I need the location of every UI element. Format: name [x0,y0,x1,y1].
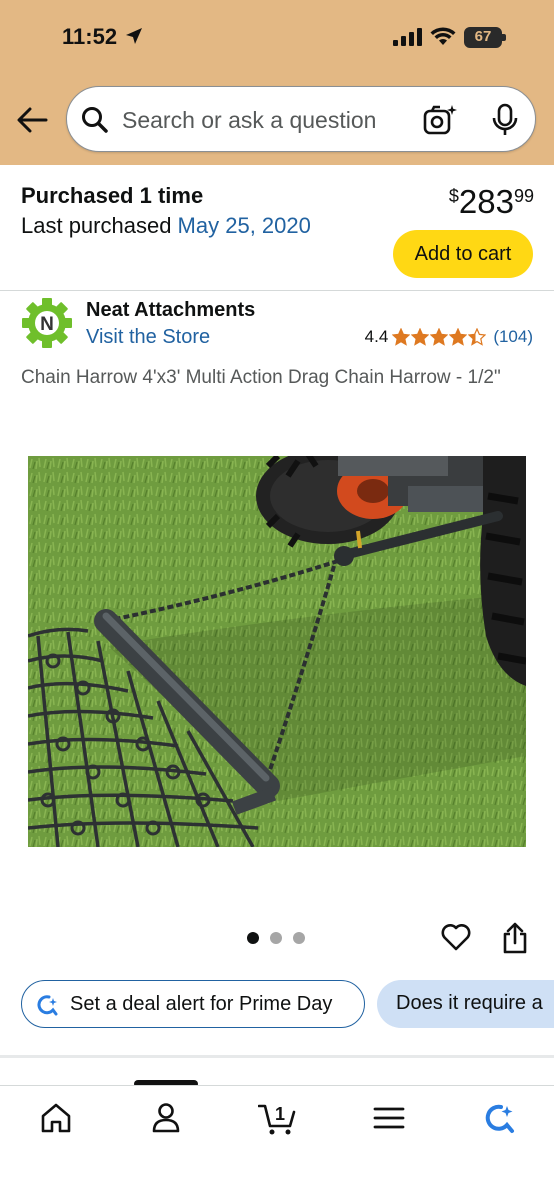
deal-alert-label: Set a deal alert for Prime Day [70,993,333,1015]
question-chip[interactable]: Does it require a [377,980,554,1028]
search-input[interactable]: Search or ask a question [122,107,376,134]
star-icon [411,328,430,346]
battery-level: 67 [474,28,492,45]
product-photo [28,456,526,847]
battery-icon: 67 [464,27,506,48]
star-icon [449,328,468,346]
deal-alert-chip[interactable]: Set a deal alert for Prime Day [21,980,365,1028]
last-purchased: Last purchased May 25, 2020 [21,213,311,239]
last-purchased-label: Last purchased [21,213,178,238]
price: $28399 [449,183,534,221]
cellular-signal-icon [393,28,422,46]
divider [0,290,554,291]
search-icon [82,107,108,133]
top-header: 11:52 67 Search or ask a question [0,0,554,165]
divider [0,1055,554,1058]
cart-count: 1 [275,1104,285,1124]
star-icon [468,328,487,346]
rating[interactable]: 4.4 (104) [365,327,533,347]
product-title: Chain Harrow 4'x3' Multi Action Drag Cha… [21,367,501,388]
visit-store-link[interactable]: Visit the Store [86,326,210,349]
carousel-dot[interactable] [247,932,259,944]
product-image[interactable] [28,456,526,847]
rating-count-link[interactable]: (104) [493,327,533,347]
star-icon [430,328,449,346]
store-logo-letter: N [40,314,54,335]
menu-icon[interactable] [371,1100,407,1136]
carousel-dot[interactable] [270,932,282,944]
home-icon[interactable] [38,1100,74,1136]
location-arrow-icon [126,28,142,44]
status-time: 11:52 [62,24,118,49]
store-name[interactable]: Neat Attachments [86,299,255,322]
last-purchased-date-link[interactable]: May 25, 2020 [178,213,311,238]
price-whole: 283 [458,183,514,220]
microphone-icon[interactable] [491,103,519,137]
price-fraction: 99 [513,186,534,206]
heart-icon[interactable] [440,921,472,953]
wifi-icon [430,27,456,45]
share-icon[interactable] [500,922,530,955]
rufus-ai-icon [37,995,58,1016]
rating-stars [392,328,487,346]
search-bar[interactable]: Search or ask a question [66,86,536,152]
rufus-icon[interactable] [481,1100,517,1136]
store-logo[interactable]: N [21,297,73,349]
cart-icon[interactable]: 1 [258,1100,298,1136]
add-to-cart-button[interactable]: Add to cart [393,230,533,278]
price-currency: $ [448,186,459,206]
purchase-count: Purchased 1 time [21,183,204,208]
image-carousel-dots[interactable] [247,932,316,944]
star-icon [392,328,411,346]
account-icon[interactable] [148,1100,184,1136]
rating-value: 4.4 [364,327,389,346]
carousel-dot[interactable] [293,932,305,944]
camera-search-icon[interactable] [422,103,458,137]
question-chip-label: Does it require a [396,992,543,1014]
back-arrow-icon[interactable] [14,104,50,136]
